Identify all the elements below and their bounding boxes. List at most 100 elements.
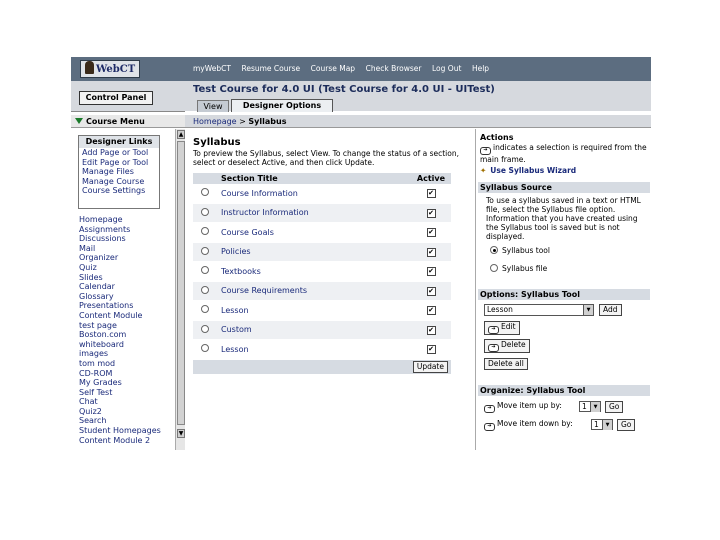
nav-check-browser[interactable]: Check Browser: [366, 64, 422, 73]
tab-view[interactable]: View: [197, 100, 229, 112]
option-tool-label: Syllabus tool: [502, 246, 550, 255]
move-up-go-button[interactable]: Go: [605, 401, 624, 413]
radio-selected-icon[interactable]: [490, 246, 498, 254]
course-menu-item[interactable]: Presentations: [79, 301, 175, 311]
radio-icon[interactable]: [490, 264, 498, 272]
course-menu-item[interactable]: tom mod: [79, 359, 175, 369]
course-menu-item[interactable]: Assignments: [79, 225, 175, 235]
nav-help[interactable]: Help: [472, 64, 489, 73]
scroll-down-icon[interactable]: ▼: [177, 429, 185, 438]
active-cell: ✔: [411, 242, 451, 262]
active-checkbox[interactable]: ✔: [426, 267, 436, 277]
table-row: Course Requirements ✔: [193, 281, 451, 301]
row-radio[interactable]: [201, 266, 209, 275]
section-title-link[interactable]: Lesson: [217, 339, 411, 360]
active-checkbox[interactable]: ✔: [426, 189, 436, 199]
table-row: Instructor Information ✔: [193, 203, 451, 223]
course-menu-item[interactable]: images: [79, 349, 175, 359]
nav-course-map[interactable]: Course Map: [311, 64, 355, 73]
row-radio[interactable]: [201, 285, 209, 294]
course-menu-item[interactable]: Quiz: [79, 263, 175, 273]
course-menu-item[interactable]: Student Homepages: [79, 426, 175, 436]
active-cell: ✔: [411, 222, 451, 243]
active-checkbox[interactable]: ✔: [426, 228, 436, 238]
course-menu-item[interactable]: Calendar: [79, 282, 175, 292]
course-menu-item[interactable]: Homepage: [79, 215, 175, 225]
nav-log-out[interactable]: Log Out: [432, 64, 461, 73]
designer-link[interactable]: Manage Files: [79, 167, 159, 177]
row-radio[interactable]: [201, 305, 209, 314]
course-menu-item[interactable]: Organizer: [79, 253, 175, 263]
option-syllabus-tool[interactable]: Syllabus tool: [490, 246, 550, 255]
active-checkbox[interactable]: ✔: [426, 325, 436, 335]
row-radio[interactable]: [201, 227, 209, 236]
course-menu-item[interactable]: Self Test: [79, 388, 175, 398]
move-down-stepper[interactable]: 1 ▼: [591, 419, 613, 430]
nav-resume-course[interactable]: Resume Course: [241, 64, 300, 73]
add-button[interactable]: Add: [599, 304, 622, 316]
section-type-select[interactable]: Lesson ▼: [484, 304, 594, 316]
active-checkbox[interactable]: ✔: [426, 247, 436, 257]
select-value: Lesson: [487, 305, 513, 314]
course-menu-item[interactable]: Glossary: [79, 292, 175, 302]
move-down-go-button[interactable]: Go: [617, 419, 636, 431]
table-footer: Update: [193, 359, 451, 375]
active-checkbox[interactable]: ✔: [426, 306, 436, 316]
course-menu-item[interactable]: Chat: [79, 397, 175, 407]
source-text: To use a syllabus saved in a text or HTM…: [486, 196, 641, 241]
row-radio[interactable]: [201, 188, 209, 197]
scroll-thumb[interactable]: [177, 141, 185, 425]
designer-link[interactable]: Course Settings: [79, 186, 159, 196]
row-radio[interactable]: [201, 207, 209, 216]
section-title-link[interactable]: Instructor Information: [217, 203, 411, 223]
designer-link[interactable]: Edit Page or Tool: [79, 158, 159, 168]
update-button[interactable]: Update: [412, 360, 448, 373]
course-menu-header[interactable]: Course Menu: [71, 115, 185, 128]
nav-mywebct[interactable]: myWebCT: [193, 64, 231, 73]
edit-button[interactable]: ➔ Edit: [484, 321, 520, 335]
row-radio[interactable]: [201, 344, 209, 353]
course-menu-item[interactable]: Search: [79, 416, 175, 426]
breadcrumb-home[interactable]: Homepage: [193, 117, 237, 126]
section-title-link[interactable]: Policies: [217, 242, 411, 262]
chevron-down-icon: ▼: [583, 305, 593, 315]
active-cell: ✔: [411, 281, 451, 301]
row-radio[interactable]: [201, 324, 209, 333]
syllabus-wizard-link[interactable]: ✦ Use Syllabus Wizard: [480, 166, 576, 175]
course-menu-item[interactable]: Content Module: [79, 311, 175, 321]
left-scrollbar[interactable]: ▲ ▼: [175, 129, 185, 450]
row-radio[interactable]: [201, 246, 209, 255]
tab-designer-options[interactable]: Designer Options: [231, 99, 333, 112]
course-menu-item[interactable]: Slides: [79, 273, 175, 283]
course-menu-item[interactable]: Content Module 2: [79, 436, 175, 446]
course-menu-item[interactable]: whiteboard: [79, 340, 175, 350]
control-panel-button[interactable]: Control Panel: [79, 91, 153, 105]
designer-link[interactable]: Manage Course: [79, 177, 159, 187]
actions-note: ➔ indicates a selection is required from …: [480, 143, 648, 164]
delete-button[interactable]: ➔ Delete: [484, 339, 530, 353]
move-up-stepper[interactable]: 1 ▼: [579, 401, 601, 412]
section-title-link[interactable]: Course Information: [217, 184, 411, 204]
active-checkbox[interactable]: ✔: [426, 345, 436, 355]
section-title-link[interactable]: Custom: [217, 320, 411, 340]
course-menu-item[interactable]: test page: [79, 321, 175, 331]
course-menu-item[interactable]: Discussions: [79, 234, 175, 244]
course-menu-item[interactable]: Quiz2: [79, 407, 175, 417]
course-menu-item[interactable]: My Grades: [79, 378, 175, 388]
course-menu-item[interactable]: Boston.com: [79, 330, 175, 340]
webct-logo[interactable]: WebCT: [80, 60, 140, 78]
course-menu-item[interactable]: CD-ROM: [79, 369, 175, 379]
section-title-link[interactable]: Course Goals: [217, 222, 411, 243]
course-menu-item[interactable]: Mail: [79, 244, 175, 254]
active-checkbox[interactable]: ✔: [426, 286, 436, 296]
active-checkbox[interactable]: ✔: [426, 208, 436, 218]
option-syllabus-file[interactable]: Syllabus file: [490, 264, 547, 273]
section-title-link[interactable]: Lesson: [217, 300, 411, 321]
chevron-down-icon: ▼: [602, 420, 612, 430]
active-cell: ✔: [411, 203, 451, 223]
scroll-up-icon[interactable]: ▲: [177, 130, 185, 139]
delete-all-button[interactable]: Delete all: [484, 358, 528, 370]
section-title-link[interactable]: Textbooks: [217, 261, 411, 282]
designer-link[interactable]: Add Page or Tool: [79, 148, 159, 158]
section-title-link[interactable]: Course Requirements: [217, 281, 411, 301]
